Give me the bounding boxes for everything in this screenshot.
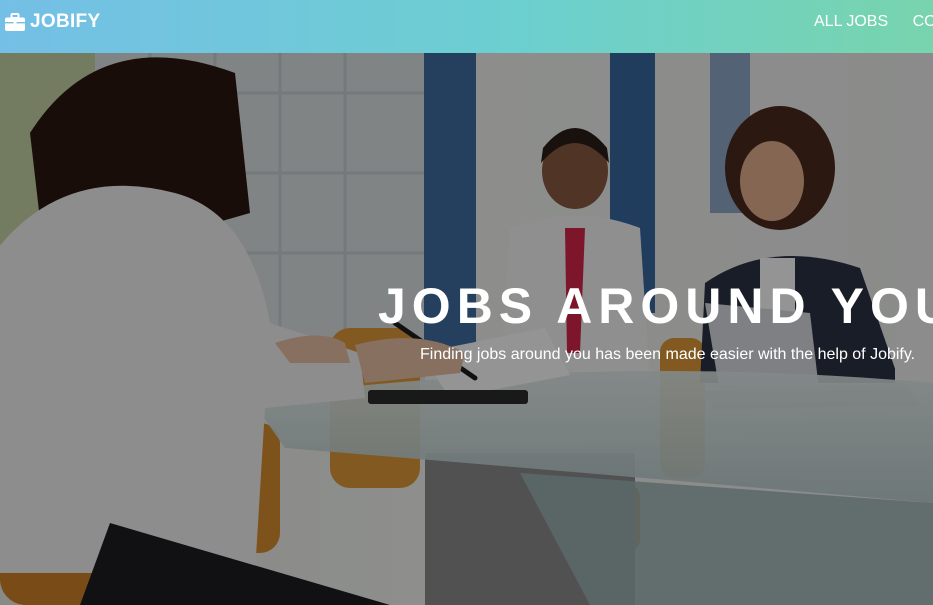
brand-logo[interactable]: JOBIFY [5, 11, 100, 33]
brand-name: JOBIFY [30, 11, 101, 32]
top-navbar: JOBIFY ALL JOBS CONTACT [0, 0, 933, 53]
hero-title: JOBS AROUND YOU [378, 278, 933, 334]
briefcase-icon [5, 13, 25, 31]
nav-link-all-jobs[interactable]: ALL JOBS [814, 13, 888, 30]
hero-section: JOBS AROUND YOU Finding jobs around you … [0, 53, 933, 605]
nav-link-contact[interactable]: CONTACT [913, 13, 933, 30]
nav-links: ALL JOBS CONTACT [814, 13, 933, 31]
hero-subtitle: Finding jobs around you has been made ea… [420, 346, 916, 363]
